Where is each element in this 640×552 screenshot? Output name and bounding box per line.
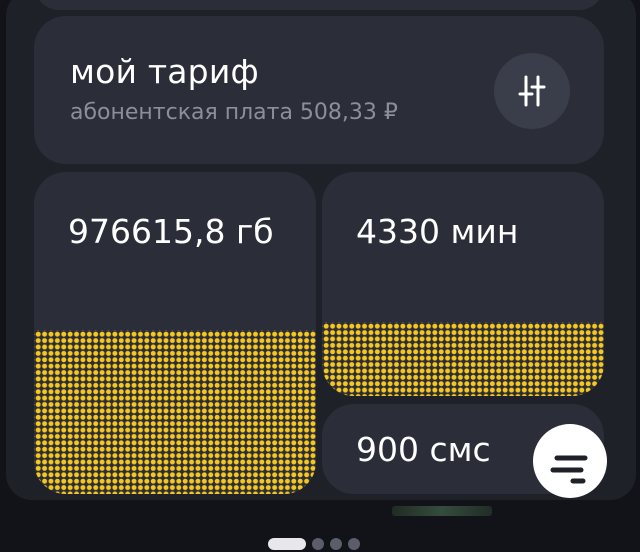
page-dot[interactable] xyxy=(312,538,324,550)
internet-remaining: 976615,8 гб xyxy=(68,212,274,251)
sliders-icon xyxy=(518,75,546,107)
chat-bubble-icon xyxy=(550,455,588,484)
page-dot[interactable] xyxy=(348,538,360,550)
sms-remaining: 900 смс xyxy=(356,430,491,469)
minutes-usage-card[interactable]: 4330 мин xyxy=(322,172,604,396)
page-dot[interactable] xyxy=(330,538,342,550)
page-indicator[interactable] xyxy=(268,536,360,552)
chat-support-button[interactable] xyxy=(533,424,607,498)
tariff-settings-button[interactable] xyxy=(494,53,570,129)
tariff-card[interactable]: мой тариф абонентская плата 508,33 ₽ xyxy=(34,16,604,164)
internet-fill-dots xyxy=(34,329,316,494)
banner-thumbnail xyxy=(392,506,492,516)
tariff-fee: абонентская плата 508,33 ₽ xyxy=(70,100,398,125)
internet-usage-card[interactable]: 976615,8 гб xyxy=(34,172,316,494)
page-dot-active[interactable] xyxy=(268,538,306,550)
minutes-fill-dots xyxy=(322,322,604,396)
tariff-title: мой тариф xyxy=(70,52,259,91)
previous-card[interactable] xyxy=(34,0,604,10)
minutes-remaining: 4330 мин xyxy=(356,212,519,251)
